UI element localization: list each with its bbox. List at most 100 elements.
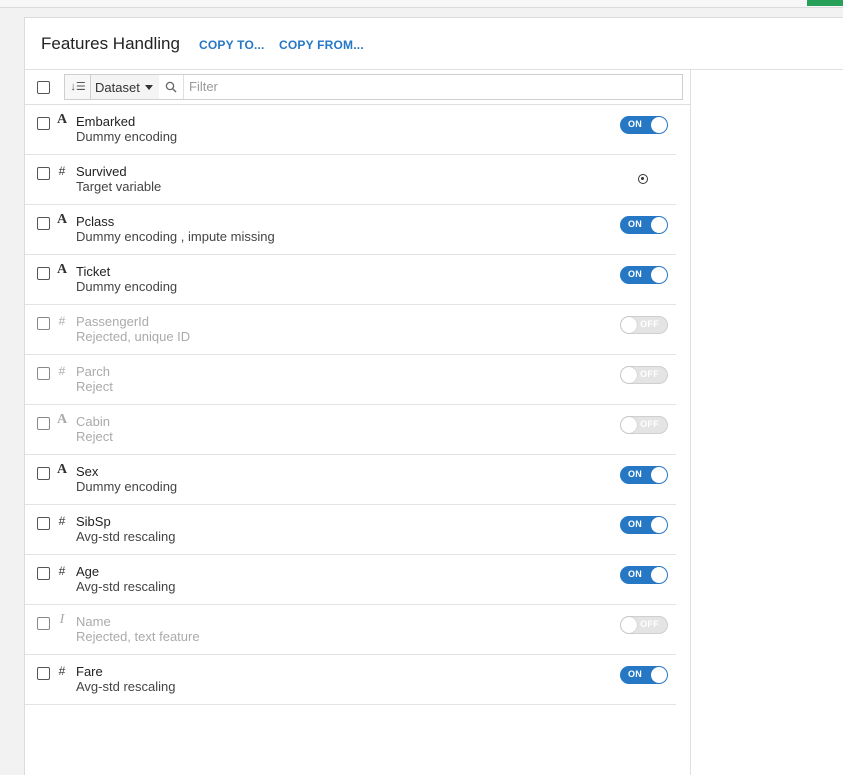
feature-checkbox[interactable]: [37, 267, 50, 280]
top-bar: [0, 0, 843, 8]
toggle-label: OFF: [640, 369, 659, 379]
copy-from-link[interactable]: COPY FROM...: [279, 38, 364, 52]
list-toolbar: ↓☰ Dataset: [25, 70, 690, 105]
categorical-type-icon: A: [57, 262, 68, 277]
numeric-type-icon: #: [58, 314, 66, 328]
feature-toggle[interactable]: OFF: [620, 366, 668, 384]
toggle-label: OFF: [640, 419, 659, 429]
feature-row[interactable]: # SibSp Avg-std rescaling ON: [25, 505, 676, 555]
feature-handling-description: Avg-std rescaling: [76, 579, 176, 594]
dataset-sort-label: Dataset: [95, 80, 140, 95]
numeric-type-icon: #: [58, 564, 66, 578]
feature-row[interactable]: A Embarked Dummy encoding ON: [25, 105, 676, 155]
feature-row[interactable]: # Fare Avg-std rescaling ON: [25, 655, 676, 705]
chevron-down-icon: [145, 85, 153, 90]
toggle-knob: [621, 417, 637, 433]
feature-name: Fare: [76, 664, 103, 679]
feature-name: SibSp: [76, 514, 111, 529]
feature-toggle[interactable]: OFF: [620, 316, 668, 334]
toggle-knob: [651, 667, 667, 683]
toggle-knob: [651, 467, 667, 483]
search-icon: [159, 75, 184, 99]
feature-name: Age: [76, 564, 100, 579]
categorical-type-icon: A: [57, 412, 68, 427]
feature-checkbox[interactable]: [37, 467, 50, 480]
categorical-type-icon: A: [57, 462, 68, 477]
feature-checkbox[interactable]: [37, 517, 50, 530]
feature-checkbox[interactable]: [37, 667, 50, 680]
feature-toggle[interactable]: ON: [620, 116, 668, 134]
feature-checkbox[interactable]: [37, 367, 50, 380]
feature-name: Pclass: [76, 214, 115, 229]
feature-row[interactable]: I Name Rejected, text feature OFF: [25, 605, 676, 655]
feature-row[interactable]: # PassengerId Rejected, unique ID OFF: [25, 305, 676, 355]
feature-row[interactable]: A Cabin Reject OFF: [25, 405, 676, 455]
feature-handling-description: Reject: [76, 429, 113, 444]
feature-toggle[interactable]: ON: [620, 266, 668, 284]
toggle-label: ON: [628, 569, 643, 579]
numeric-type-icon: #: [58, 664, 66, 678]
feature-handling-description: Avg-std rescaling: [76, 679, 176, 694]
features-list-column: ↓☰ Dataset AEmbarkedDummy encodingON#Sur…: [25, 70, 691, 775]
toggle-label: ON: [628, 269, 643, 279]
toggle-label: OFF: [640, 619, 659, 629]
toggle-label: ON: [628, 669, 643, 679]
copy-to-link[interactable]: COPY TO...: [199, 38, 265, 52]
feature-row[interactable]: A Sex Dummy encoding ON: [25, 455, 676, 505]
feature-row[interactable]: # Parch Reject OFF: [25, 355, 676, 405]
feature-checkbox[interactable]: [37, 617, 50, 630]
sort-descending-icon: ↓☰: [70, 81, 86, 93]
toggle-label: ON: [628, 519, 643, 529]
feature-name: Ticket: [76, 264, 111, 279]
dataset-sort-dropdown[interactable]: Dataset: [90, 74, 160, 100]
panel-header: Features Handling COPY TO... COPY FROM..…: [25, 18, 843, 70]
feature-handling-description: Rejected, unique ID: [76, 329, 191, 344]
feature-handling-description: Dummy encoding: [76, 129, 178, 144]
numeric-type-icon: #: [58, 364, 66, 378]
feature-handling-description: Target variable: [76, 179, 162, 194]
feature-toggle[interactable]: OFF: [620, 416, 668, 434]
target-icon: [638, 174, 648, 184]
feature-name: Name: [76, 614, 111, 629]
feature-toggle[interactable]: ON: [620, 666, 668, 684]
feature-checkbox[interactable]: [37, 317, 50, 330]
feature-handling-description: Rejected, text feature: [76, 629, 200, 644]
filter-input[interactable]: [189, 78, 669, 95]
feature-handling-description: Dummy encoding: [76, 479, 178, 494]
sort-button[interactable]: ↓☰: [64, 74, 91, 100]
feature-checkbox[interactable]: [37, 417, 50, 430]
toggle-knob: [651, 517, 667, 533]
page-title: Features Handling: [41, 34, 180, 53]
feature-toggle[interactable]: OFF: [620, 616, 668, 634]
feature-toggle[interactable]: ON: [620, 466, 668, 484]
feature-row[interactable]: # Age Avg-std rescaling ON: [25, 555, 676, 605]
feature-checkbox[interactable]: [37, 217, 50, 230]
feature-toggle[interactable]: ON: [620, 516, 668, 534]
feature-checkbox[interactable]: [37, 167, 50, 180]
toggle-knob: [651, 567, 667, 583]
toggle-label: ON: [628, 219, 643, 229]
feature-handling-description: Reject: [76, 379, 113, 394]
top-bar-badge[interactable]: [807, 0, 843, 6]
feature-name: Parch: [76, 364, 110, 379]
feature-checkbox[interactable]: [37, 117, 50, 130]
toggle-label: ON: [628, 119, 643, 129]
feature-row[interactable]: A Ticket Dummy encoding ON: [25, 255, 676, 305]
feature-name: Sex: [76, 464, 99, 479]
categorical-type-icon: A: [57, 112, 68, 127]
toggle-label: ON: [628, 469, 643, 479]
feature-row[interactable]: A Pclass Dummy encoding , impute missing ON: [25, 205, 676, 255]
toggle-knob: [651, 217, 667, 233]
feature-checkbox[interactable]: [37, 567, 50, 580]
toggle-knob: [651, 117, 667, 133]
feature-toggle[interactable]: ON: [620, 216, 668, 234]
numeric-type-icon: #: [58, 514, 66, 528]
features-panel: Features Handling COPY TO... COPY FROM..…: [24, 17, 843, 775]
feature-name: Cabin: [76, 414, 110, 429]
feature-name: Embarked: [76, 114, 136, 129]
feature-row[interactable]: # Survived Target variable: [25, 155, 676, 205]
feature-toggle[interactable]: ON: [620, 566, 668, 584]
select-all-checkbox[interactable]: [37, 81, 50, 94]
features-list: A Embarked Dummy encoding ON # Survived Target…: [25, 105, 690, 705]
toggle-knob: [651, 267, 667, 283]
